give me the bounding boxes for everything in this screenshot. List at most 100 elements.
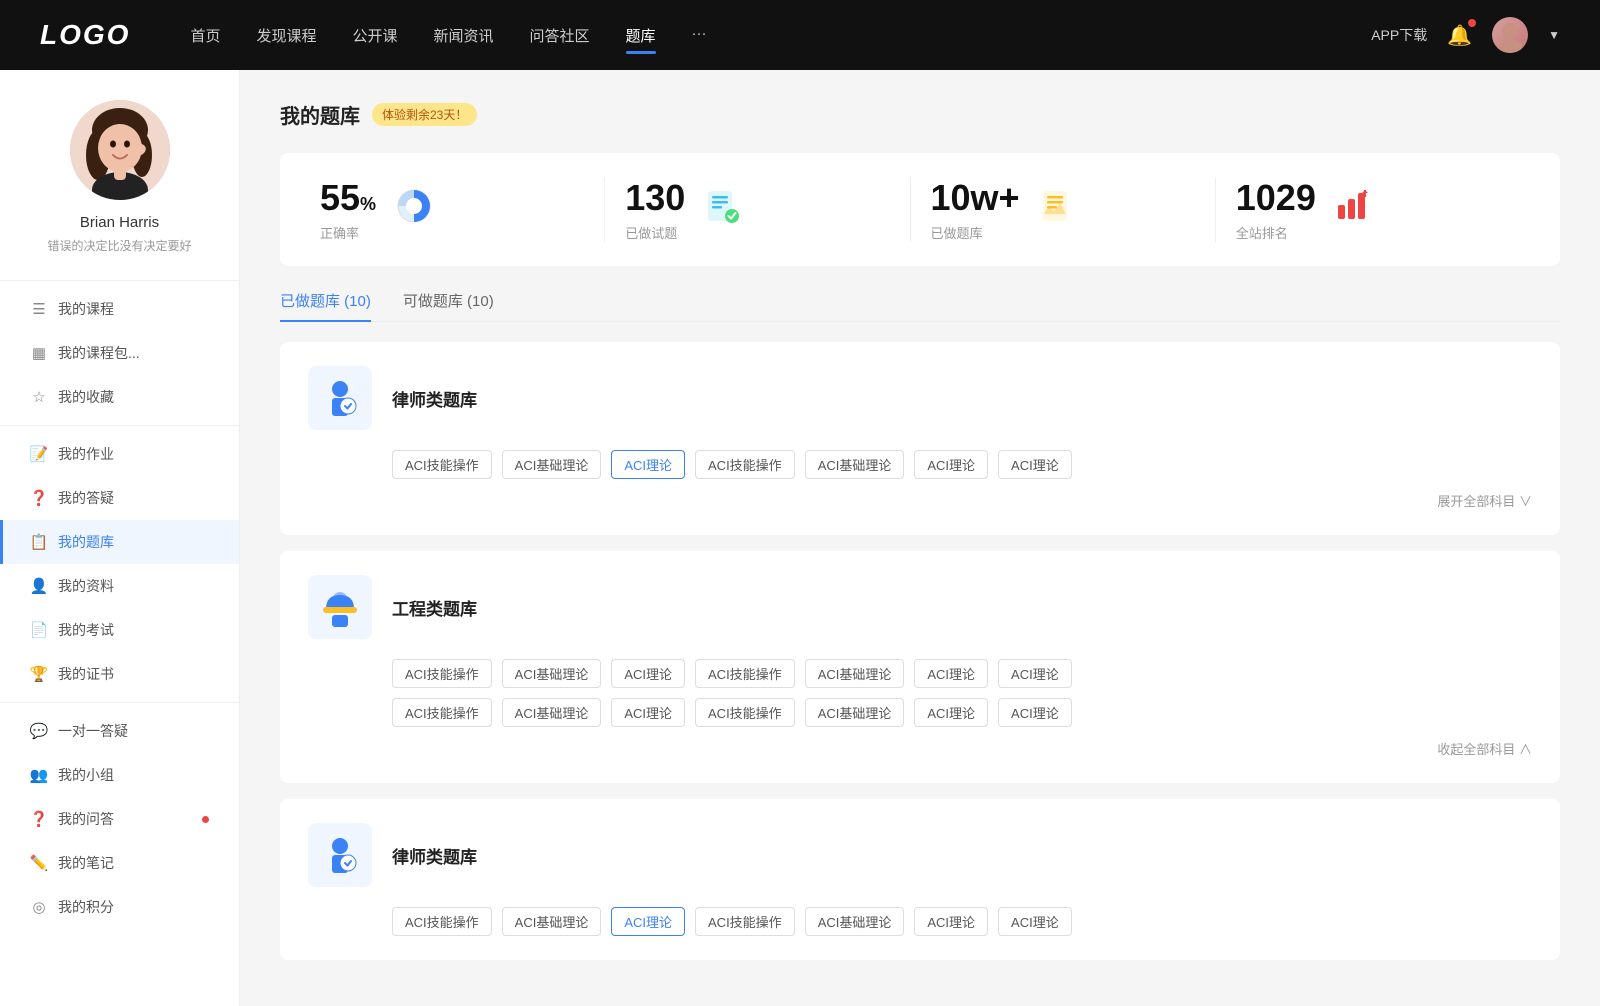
stat-done-banks-value: 10w+ (931, 177, 1020, 219)
nav-link-qbank[interactable]: 题库 (626, 21, 656, 50)
sidebar-item-notes[interactable]: ✏️ 我的笔记 (0, 841, 239, 885)
sidebar-item-certificate[interactable]: 🏆 我的证书 (0, 652, 239, 696)
qbank-card-lawyer-1-header: 律师类题库 (308, 366, 1532, 430)
stat-accuracy: 55% 正确率 (320, 177, 605, 242)
app-download-button[interactable]: APP下载 (1371, 25, 1427, 45)
qbank-lawyer-1-tags: ACI技能操作 ACI基础理论 ACI理论 ACI技能操作 ACI基础理论 AC… (392, 450, 1532, 479)
eng-tag-5[interactable]: ACI基础理论 (805, 659, 905, 688)
sidebar-label-exam: 我的考试 (58, 620, 209, 640)
qbank-lawyer-1-icon (308, 366, 372, 430)
eng-tag-8[interactable]: ACI技能操作 (392, 698, 492, 727)
tab-available-banks[interactable]: 可做题库 (10) (403, 290, 494, 321)
sidebar-menu: ☰ 我的课程 ▦ 我的课程包... ☆ 我的收藏 📝 我的作业 ❓ 我的答疑 � (0, 274, 239, 929)
nav-link-qa[interactable]: 问答社区 (530, 21, 590, 50)
done-banks-icon (1040, 189, 1074, 230)
stat-done-questions-label: 已做试题 (625, 223, 685, 242)
stat-rank: 1029 全站排名 (1216, 177, 1520, 242)
user-avatar[interactable] (1492, 17, 1528, 53)
sidebar-item-points[interactable]: ◎ 我的积分 (0, 885, 239, 929)
qbank-lawyer-1-title: 律师类题库 (392, 386, 477, 411)
eng-tag-6[interactable]: ACI理论 (914, 659, 988, 688)
nav-link-news[interactable]: 新闻资讯 (434, 21, 494, 50)
tag-7[interactable]: ACI理论 (998, 450, 1072, 479)
sidebar-item-profile[interactable]: 👤 我的资料 (0, 564, 239, 608)
sidebar-label-course-packages: 我的课程包... (58, 343, 209, 363)
qbank-card-lawyer-1: 律师类题库 ACI技能操作 ACI基础理论 ACI理论 ACI技能操作 ACI基… (280, 342, 1560, 535)
layout: Brian Harris 错误的决定比没有决定要好 ☰ 我的课程 ▦ 我的课程包… (0, 70, 1600, 1006)
eng-tag-13[interactable]: ACI理论 (914, 698, 988, 727)
sidebar-item-qbank[interactable]: 📋 我的题库 (0, 520, 239, 564)
notification-bell[interactable]: 🔔 (1447, 23, 1472, 48)
collapse-engineer-btn[interactable]: 收起全部科目 ∧ (1437, 742, 1532, 757)
sidebar-item-course-packages[interactable]: ▦ 我的课程包... (0, 331, 239, 375)
eng-tag-7[interactable]: ACI理论 (998, 659, 1072, 688)
eng-tag-10[interactable]: ACI理论 (611, 698, 685, 727)
tag-4[interactable]: ACI技能操作 (695, 450, 795, 479)
tab-done-banks[interactable]: 已做题库 (10) (280, 290, 371, 321)
sidebar-label-my-qa: 我的问答 (58, 809, 192, 829)
qbank-engineer-tags-row2: ACI技能操作 ACI基础理论 ACI理论 ACI技能操作 ACI基础理论 AC… (392, 698, 1532, 727)
law2-tag-2[interactable]: ACI基础理论 (502, 907, 602, 936)
notification-badge (1468, 19, 1476, 27)
sidebar-item-my-qa[interactable]: ❓ 我的问答 (0, 797, 239, 841)
qbank-lawyer-1-footer: 展开全部科目 ∨ (308, 491, 1532, 511)
eng-tag-3[interactable]: ACI理论 (611, 659, 685, 688)
tag-6[interactable]: ACI理论 (914, 450, 988, 479)
tag-5[interactable]: ACI基础理论 (805, 450, 905, 479)
certificate-icon: 🏆 (30, 665, 48, 683)
sidebar-item-exam[interactable]: 📄 我的考试 (0, 608, 239, 652)
exam-icon: 📄 (30, 621, 48, 639)
eng-tag-11[interactable]: ACI技能操作 (695, 698, 795, 727)
nav-links: 首页 发现课程 公开课 新闻资讯 问答社区 题库 ··· (190, 21, 1371, 50)
eng-tag-9[interactable]: ACI基础理论 (502, 698, 602, 727)
law2-tag-4[interactable]: ACI技能操作 (695, 907, 795, 936)
stat-done-questions-info: 130 已做试题 (625, 177, 685, 242)
tag-2[interactable]: ACI基础理论 (502, 450, 602, 479)
stat-rank-value: 1029 (1236, 177, 1316, 219)
nav-logo[interactable]: LOGO (40, 19, 130, 51)
stat-done-questions-value: 130 (625, 177, 685, 219)
sidebar-item-favorites[interactable]: ☆ 我的收藏 (0, 375, 239, 419)
eng-tag-12[interactable]: ACI基础理论 (805, 698, 905, 727)
tag-3[interactable]: ACI理论 (611, 450, 685, 479)
sidebar-item-one-on-one[interactable]: 💬 一对一答疑 (0, 709, 239, 753)
eng-tag-4[interactable]: ACI技能操作 (695, 659, 795, 688)
sidebar-label-favorites: 我的收藏 (58, 387, 209, 407)
tag-1[interactable]: ACI技能操作 (392, 450, 492, 479)
nav-link-more[interactable]: ··· (692, 21, 707, 50)
sidebar-item-group[interactable]: 👥 我的小组 (0, 753, 239, 797)
qbank-card-lawyer-2-header: 律师类题库 (308, 823, 1532, 887)
law2-tag-3[interactable]: ACI理论 (611, 907, 685, 936)
sidebar-label-qbank: 我的题库 (58, 532, 209, 552)
nav-link-open[interactable]: 公开课 (352, 21, 397, 50)
expand-lawyer-1-btn[interactable]: 展开全部科目 ∨ (1437, 494, 1532, 509)
sidebar-item-my-courses[interactable]: ☰ 我的课程 (0, 287, 239, 331)
profile-icon: 👤 (30, 577, 48, 595)
qbank-card-engineer-header: 工程类题库 (308, 575, 1532, 639)
stats-card: 55% 正确率 130 已做试题 (280, 153, 1560, 266)
user-menu-chevron[interactable]: ▼ (1548, 28, 1560, 42)
stat-done-banks-label: 已做题库 (931, 223, 1020, 242)
sidebar-divider-3 (0, 702, 239, 703)
sidebar-label-homework: 我的作业 (58, 444, 209, 464)
qbank-engineer-icon (308, 575, 372, 639)
law2-tag-6[interactable]: ACI理论 (914, 907, 988, 936)
avatar-placeholder (1492, 17, 1528, 53)
sidebar-item-homework[interactable]: 📝 我的作业 (0, 432, 239, 476)
qbank-lawyer-2-title: 律师类题库 (392, 843, 477, 868)
nav-link-discover[interactable]: 发现课程 (256, 21, 316, 50)
star-icon: ☆ (30, 388, 48, 406)
eng-tag-14[interactable]: ACI理论 (998, 698, 1072, 727)
eng-tag-2[interactable]: ACI基础理论 (502, 659, 602, 688)
law2-tag-1[interactable]: ACI技能操作 (392, 907, 492, 936)
sidebar-item-questions[interactable]: ❓ 我的答疑 (0, 476, 239, 520)
eng-tag-1[interactable]: ACI技能操作 (392, 659, 492, 688)
sidebar-label-questions: 我的答疑 (58, 488, 209, 508)
stat-accuracy-value: 55% (320, 177, 376, 219)
law2-tag-7[interactable]: ACI理论 (998, 907, 1072, 936)
qbank-engineer-tags-row1: ACI技能操作 ACI基础理论 ACI理论 ACI技能操作 ACI基础理论 AC… (392, 659, 1532, 688)
law2-tag-5[interactable]: ACI基础理论 (805, 907, 905, 936)
nav-link-home[interactable]: 首页 (190, 21, 220, 50)
chat-icon: 💬 (30, 722, 48, 740)
avatar-image (70, 100, 170, 200)
